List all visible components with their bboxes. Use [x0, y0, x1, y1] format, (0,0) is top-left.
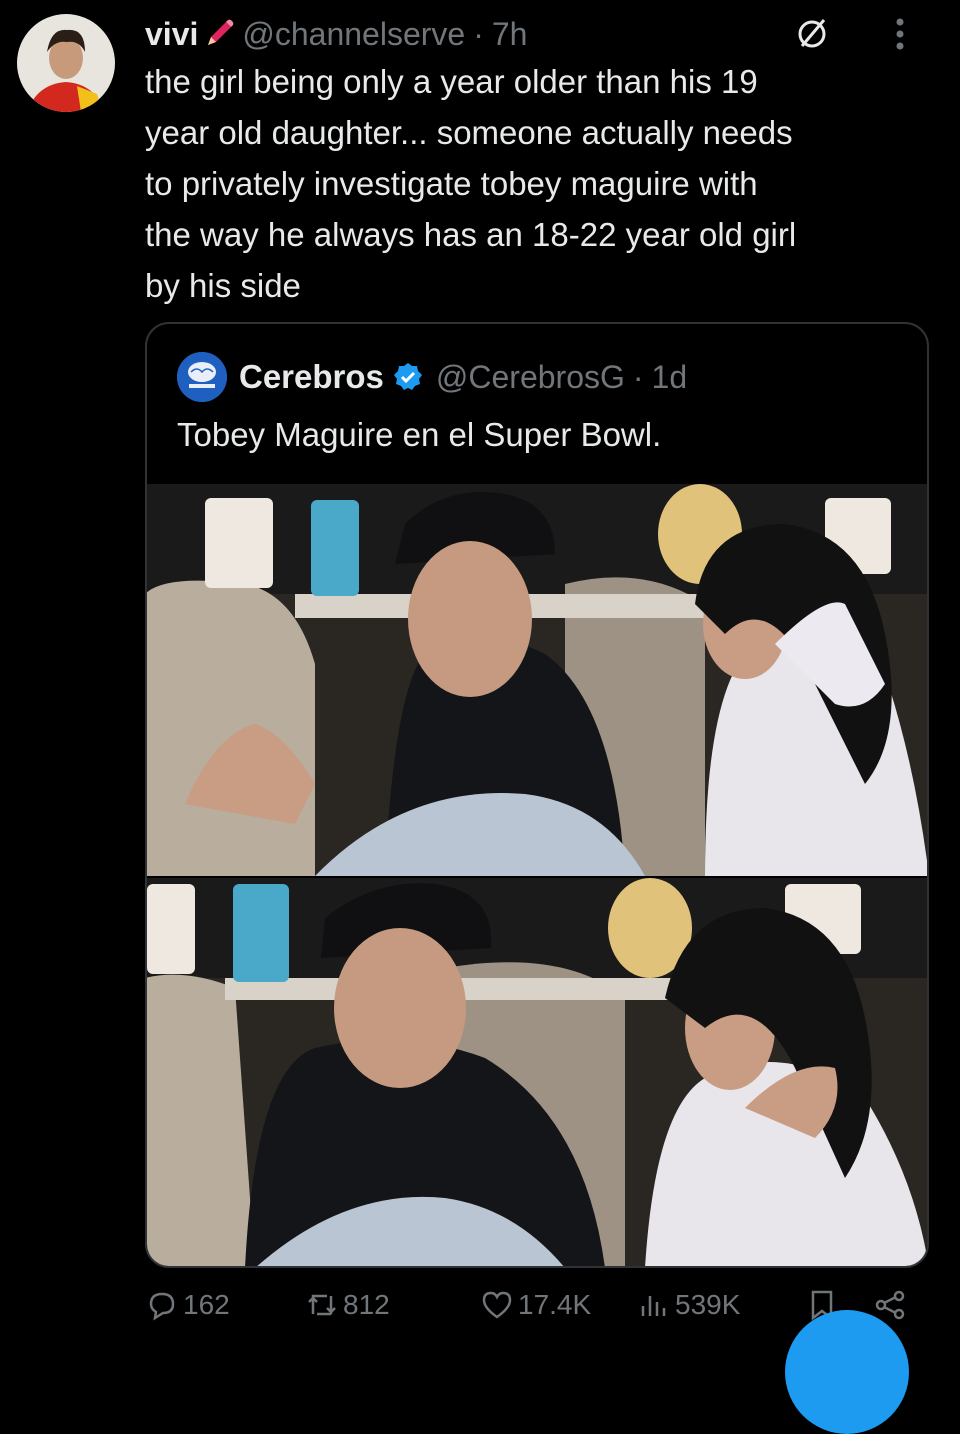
- repost-count: 812: [343, 1289, 390, 1320]
- tweet-text: the girl being only a year older than hi…: [145, 63, 797, 304]
- more-icon[interactable]: [890, 14, 910, 54]
- quoted-handle[interactable]: @CerebrosG: [436, 359, 625, 396]
- quoted-header: Cerebros @CerebrosG · 1d: [177, 352, 687, 402]
- separator-dot: ·: [473, 15, 484, 52]
- quoted-photo-2[interactable]: [147, 878, 927, 1266]
- verified-icon: [392, 361, 424, 393]
- quoted-text: Tobey Maguire en el Super Bowl.: [177, 416, 662, 453]
- quoted-author-name[interactable]: Cerebros: [239, 358, 384, 396]
- quoted-time[interactable]: 1d: [652, 359, 688, 396]
- like-count: 17.4K: [518, 1289, 592, 1320]
- tweet-time[interactable]: 7h: [492, 16, 528, 53]
- compose-button[interactable]: [785, 1310, 909, 1434]
- quoted-photo-1[interactable]: [147, 484, 927, 876]
- quoted-avatar[interactable]: [177, 352, 227, 402]
- share-button[interactable]: [873, 1288, 911, 1322]
- slash-circle-icon[interactable]: [794, 16, 830, 52]
- reply-button[interactable]: 162: [145, 1288, 230, 1322]
- reply-count: 162: [183, 1289, 230, 1320]
- quoted-tweet[interactable]: Cerebros @CerebrosG · 1d Tobey Maguire e…: [145, 322, 929, 1268]
- views-icon: [641, 1296, 666, 1316]
- share-icon: [875, 1290, 905, 1320]
- like-icon: [482, 1291, 512, 1319]
- author-handle[interactable]: @channelserve: [242, 16, 465, 53]
- views-button[interactable]: 539K: [637, 1288, 740, 1322]
- tweet-header: vivi @channelserve · 7h: [145, 12, 940, 56]
- repost-button[interactable]: 812: [305, 1288, 390, 1322]
- views-count: 539K: [675, 1289, 741, 1320]
- pencil-icon: [202, 17, 236, 51]
- quoted-separator: ·: [632, 358, 644, 395]
- like-button[interactable]: 17.4K: [480, 1288, 591, 1322]
- repost-icon: [308, 1294, 336, 1316]
- reply-icon: [149, 1292, 175, 1321]
- author-name[interactable]: vivi: [145, 16, 198, 53]
- author-avatar[interactable]: [17, 14, 115, 112]
